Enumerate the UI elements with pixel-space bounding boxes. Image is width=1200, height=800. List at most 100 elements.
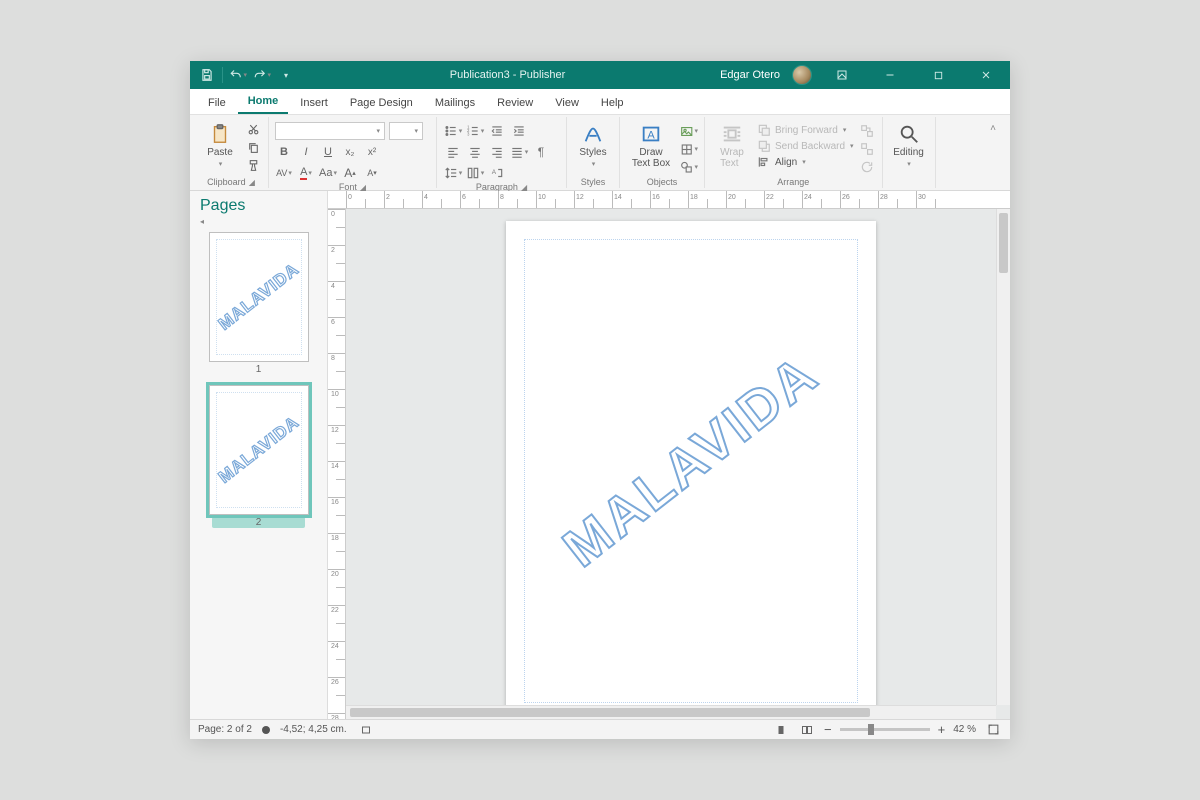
grow-font-button[interactable]: A▴ bbox=[341, 164, 359, 182]
line-spacing-button[interactable]: ▾ bbox=[443, 164, 463, 182]
pictures-icon[interactable]: ▾ bbox=[680, 123, 698, 139]
zoom-slider[interactable] bbox=[840, 728, 930, 731]
qat-customize-icon[interactable]: ▾ bbox=[277, 66, 295, 84]
page-thumb[interactable]: MALAVIDA1 bbox=[200, 232, 317, 375]
redo-icon[interactable]: ▾ bbox=[253, 66, 271, 84]
char-spacing-button[interactable]: AV▾ bbox=[275, 164, 293, 182]
editing-label: Editing bbox=[893, 147, 924, 158]
bullets-button[interactable]: ▾ bbox=[443, 122, 463, 140]
editing-button[interactable]: Editing ▾ bbox=[889, 119, 929, 168]
tab-file[interactable]: File bbox=[198, 93, 236, 114]
svg-text:3: 3 bbox=[467, 132, 470, 137]
horizontal-scroll-thumb[interactable] bbox=[350, 708, 870, 717]
page-thumb-number: 2 bbox=[212, 517, 306, 528]
increase-indent-button[interactable] bbox=[509, 122, 529, 140]
pilcrow-button[interactable]: ¶ bbox=[531, 143, 551, 161]
font-color-button[interactable]: A▾ bbox=[297, 164, 315, 182]
vertical-scroll-thumb[interactable] bbox=[999, 213, 1008, 273]
ungroup-icon[interactable] bbox=[858, 141, 876, 157]
italic-button[interactable]: I bbox=[297, 143, 315, 161]
styles-button[interactable]: Styles ▾ bbox=[573, 119, 613, 168]
document-title: Publication3 - Publisher bbox=[295, 69, 720, 81]
superscript-button[interactable]: x² bbox=[363, 143, 381, 161]
canvas[interactable]: MALAVIDA bbox=[346, 209, 1010, 719]
justify-button[interactable]: ▾ bbox=[509, 143, 529, 161]
wrap-text-button[interactable]: Wrap Text bbox=[711, 119, 753, 169]
ruler-vertical[interactable]: 0246810121416182022242628 bbox=[328, 209, 346, 719]
font-name-combo[interactable]: ▾ bbox=[275, 122, 385, 140]
rotate-icon[interactable] bbox=[858, 159, 876, 175]
tab-page-design[interactable]: Page Design bbox=[340, 93, 423, 114]
horizontal-scrollbar[interactable] bbox=[346, 705, 996, 719]
clipboard-group-label: Clipboard bbox=[207, 177, 246, 187]
vertical-scrollbar[interactable] bbox=[996, 209, 1010, 705]
align-button[interactable]: Align bbox=[775, 157, 797, 168]
align-right-button[interactable] bbox=[487, 143, 507, 161]
save-icon[interactable] bbox=[198, 66, 216, 84]
status-dot-icon bbox=[262, 726, 270, 734]
group-icon[interactable] bbox=[858, 123, 876, 139]
table-icon[interactable]: ▾ bbox=[680, 141, 698, 157]
format-painter-icon[interactable] bbox=[244, 157, 262, 173]
maximize-button[interactable] bbox=[920, 61, 956, 89]
group-editing: Editing ▾ bbox=[883, 117, 936, 188]
copy-icon[interactable] bbox=[244, 139, 262, 155]
page-thumb-number: 1 bbox=[256, 364, 262, 375]
pages-collapse-icon[interactable]: ◂ bbox=[190, 217, 327, 226]
titlebar-right: Edgar Otero bbox=[720, 61, 1010, 89]
zoom-percent[interactable]: 42 % bbox=[953, 724, 976, 735]
svg-text:A: A bbox=[647, 130, 655, 142]
two-page-view-icon[interactable] bbox=[798, 723, 816, 737]
zoom-in-button[interactable]: + bbox=[938, 722, 946, 737]
coords-indicator: -4,52; 4,25 cm. bbox=[280, 724, 347, 735]
bring-forward-icon bbox=[757, 123, 771, 137]
bring-forward-button[interactable]: Bring Forward bbox=[775, 125, 838, 136]
tab-mailings[interactable]: Mailings bbox=[425, 93, 485, 114]
underline-button[interactable]: U bbox=[319, 143, 337, 161]
tab-insert[interactable]: Insert bbox=[290, 93, 338, 114]
user-name[interactable]: Edgar Otero bbox=[720, 69, 780, 81]
tab-home[interactable]: Home bbox=[238, 91, 289, 114]
decrease-indent-button[interactable] bbox=[487, 122, 507, 140]
page-view[interactable]: MALAVIDA bbox=[506, 221, 876, 719]
text-direction-button[interactable]: A bbox=[487, 164, 507, 182]
collapse-ribbon-icon[interactable]: ˄ bbox=[984, 120, 1002, 136]
columns-button[interactable]: ▾ bbox=[465, 164, 485, 182]
group-clipboard: Paste ▾ Clipboard◢ bbox=[194, 117, 269, 188]
arrange-group-label: Arrange bbox=[777, 177, 809, 187]
zoom-out-button[interactable]: − bbox=[824, 722, 832, 737]
page-thumb[interactable]: MALAVIDA2 bbox=[200, 385, 317, 528]
subscript-button[interactable]: x₂ bbox=[341, 143, 359, 161]
minimize-button[interactable] bbox=[872, 61, 908, 89]
tab-help[interactable]: Help bbox=[591, 93, 634, 114]
svg-text:A: A bbox=[492, 169, 497, 176]
cut-icon[interactable] bbox=[244, 121, 262, 137]
numbering-button[interactable]: 123▾ bbox=[465, 122, 485, 140]
shapes-icon[interactable]: ▾ bbox=[680, 159, 698, 175]
clipboard-dialog-launcher[interactable]: ◢ bbox=[249, 178, 255, 187]
fit-page-icon[interactable] bbox=[984, 723, 1002, 737]
objects-group-label: Objects bbox=[647, 177, 678, 187]
bold-button[interactable]: B bbox=[275, 143, 293, 161]
ribbon-options-icon[interactable] bbox=[824, 61, 860, 89]
tab-review[interactable]: Review bbox=[487, 93, 543, 114]
ruler-horizontal[interactable]: 024681012141618202224262830 bbox=[328, 191, 1010, 209]
send-backward-button[interactable]: Send Backward bbox=[775, 141, 845, 152]
zoom-slider-thumb[interactable] bbox=[868, 724, 874, 735]
paste-label: Paste bbox=[207, 147, 233, 158]
quick-access-toolbar: ▾ ▾ ▾ bbox=[190, 66, 295, 84]
align-center-button[interactable] bbox=[465, 143, 485, 161]
object-size-icon bbox=[357, 723, 375, 737]
single-page-view-icon[interactable] bbox=[772, 723, 790, 737]
draw-text-box-button[interactable]: A Draw Text Box bbox=[626, 119, 676, 169]
shrink-font-button[interactable]: A▾ bbox=[363, 164, 381, 182]
undo-icon[interactable]: ▾ bbox=[229, 66, 247, 84]
page-indicator[interactable]: Page: 2 of 2 bbox=[198, 724, 252, 735]
align-left-button[interactable] bbox=[443, 143, 463, 161]
user-avatar[interactable] bbox=[792, 65, 812, 85]
font-size-combo[interactable]: ▾ bbox=[389, 122, 423, 140]
tab-view[interactable]: View bbox=[545, 93, 589, 114]
change-case-button[interactable]: Aa▾ bbox=[319, 164, 337, 182]
paste-button[interactable]: Paste ▾ bbox=[200, 119, 240, 168]
close-button[interactable] bbox=[968, 61, 1004, 89]
